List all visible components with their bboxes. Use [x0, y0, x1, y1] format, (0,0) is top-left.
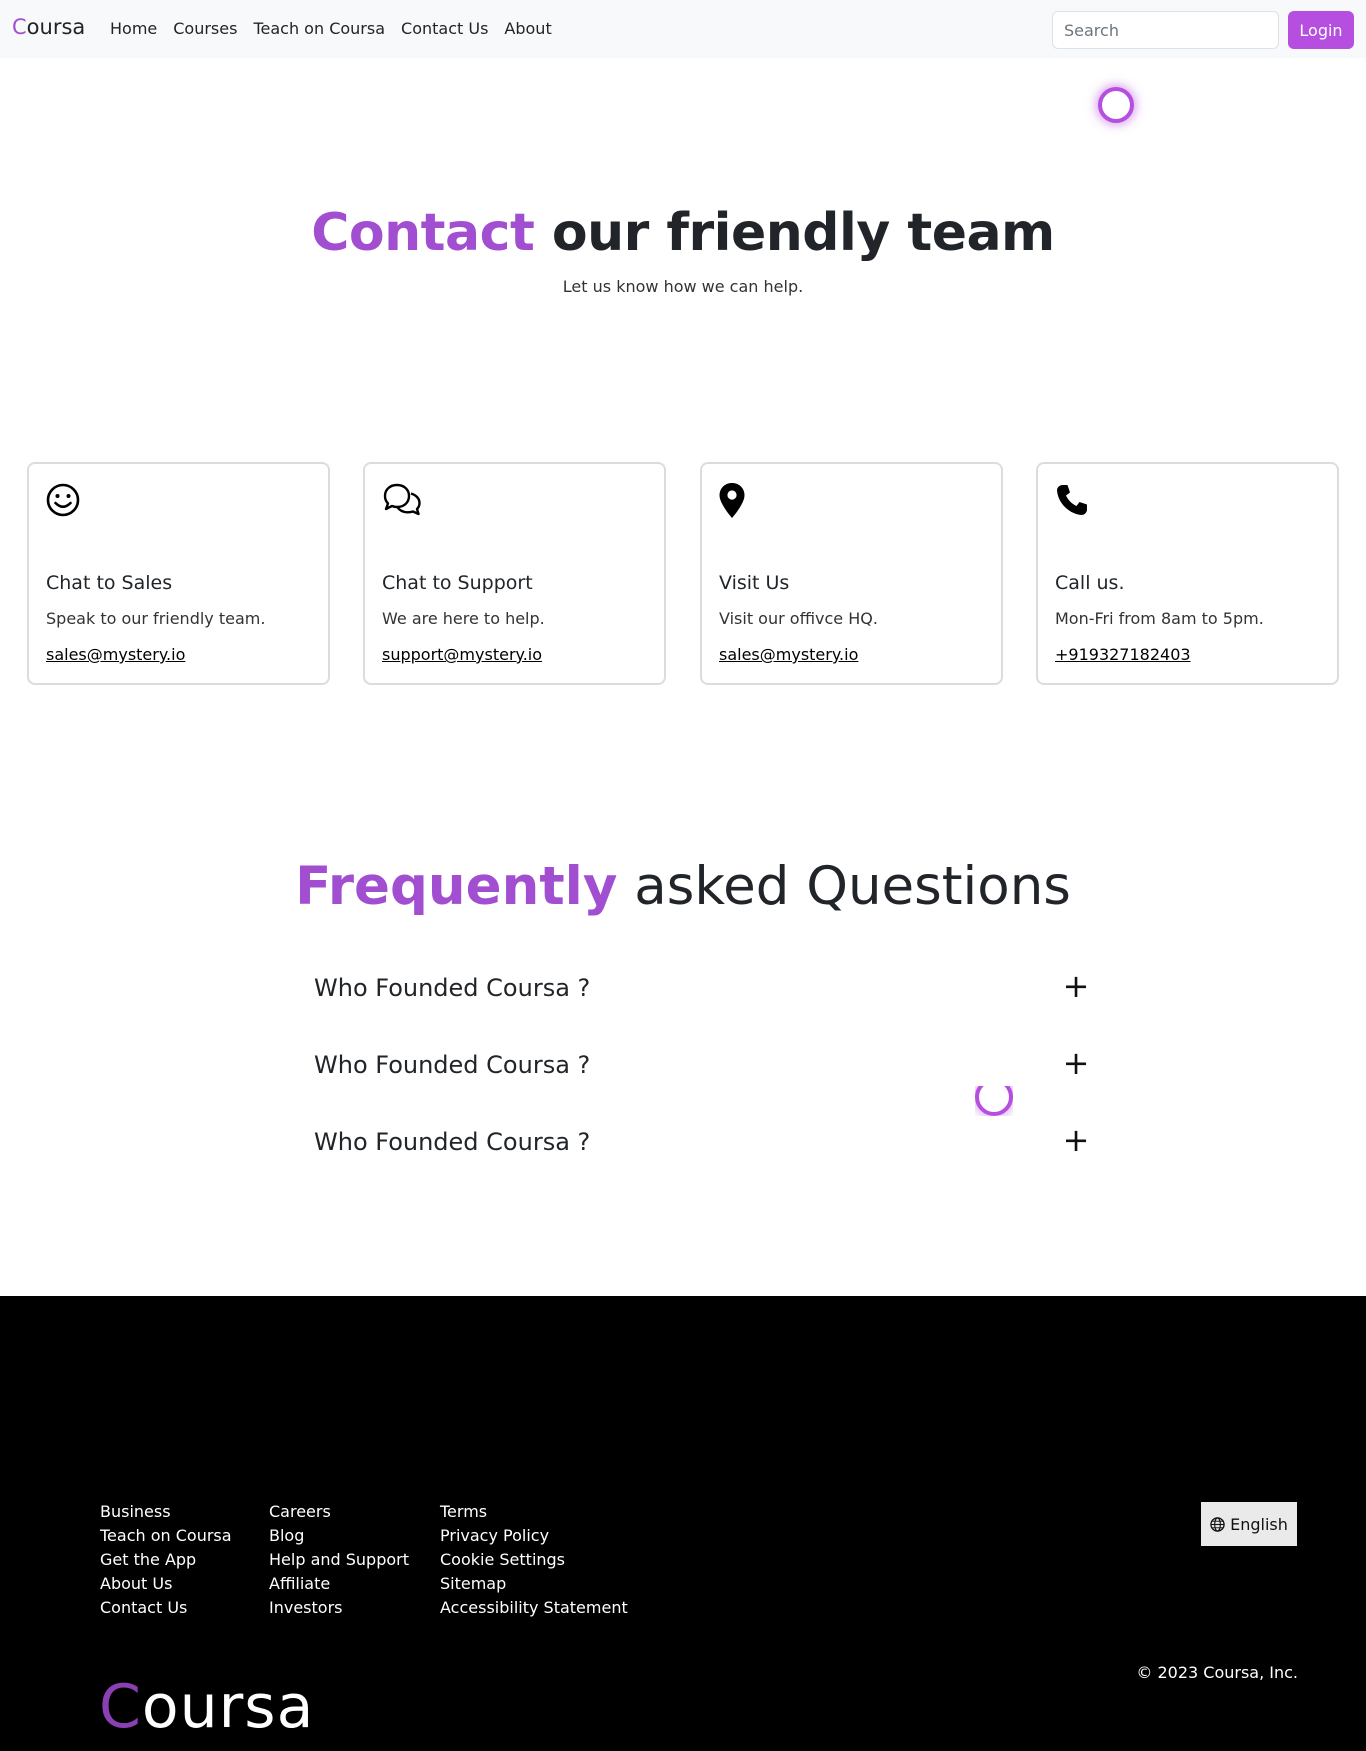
footer-link-investors[interactable]: Investors — [269, 1596, 409, 1620]
plus-icon[interactable]: + — [1058, 968, 1094, 1004]
footer-link-blog[interactable]: Blog — [269, 1524, 409, 1548]
card-title: Chat to Support — [382, 572, 533, 594]
language-button[interactable]: English — [1201, 1502, 1297, 1546]
card-phone-link[interactable]: +919327182403 — [1055, 645, 1191, 664]
card-email-link[interactable]: sales@mystery.io — [46, 645, 185, 664]
faq-question: Who Founded Coursa ? — [314, 1051, 591, 1079]
page-title-rest: our friendly team — [534, 203, 1055, 263]
card-description: Visit our offivce HQ. — [719, 609, 878, 628]
cursor-arc-ring — [975, 1086, 1013, 1116]
faq-item[interactable]: Who Founded Coursa ? + — [314, 964, 1094, 1014]
brand-initial: C — [12, 15, 27, 39]
plus-icon[interactable]: + — [1058, 1045, 1094, 1081]
smiley-icon — [45, 482, 85, 522]
cursor-ring-decoration — [1098, 87, 1134, 123]
footer-link-about[interactable]: About Us — [100, 1572, 232, 1596]
faq-title-rest: asked Questions — [617, 856, 1071, 917]
location-pin-icon — [718, 482, 758, 522]
card-title: Visit Us — [719, 572, 790, 594]
footer-link-cookies[interactable]: Cookie Settings — [440, 1548, 628, 1572]
footer-link-terms[interactable]: Terms — [440, 1500, 628, 1524]
faq-question: Who Founded Coursa ? — [314, 974, 591, 1002]
footer-brand-name: oursa — [141, 1672, 315, 1742]
card-email-link[interactable]: support@mystery.io — [382, 645, 542, 664]
page-subtitle: Let us know how we can help. — [562, 277, 804, 296]
navbar: Coursa Home Courses Teach on Coursa Cont… — [0, 0, 1366, 58]
nav-link-contact[interactable]: Contact Us — [401, 19, 488, 38]
globe-icon — [1210, 1516, 1225, 1532]
faq-item[interactable]: Who Founded Coursa ? + — [314, 1118, 1094, 1168]
footer-link-privacy[interactable]: Privacy Policy — [440, 1524, 628, 1548]
footer-link-get-app[interactable]: Get the App — [100, 1548, 232, 1572]
card-description: Speak to our friendly team. — [46, 609, 266, 628]
footer-link-contact[interactable]: Contact Us — [100, 1596, 232, 1620]
footer-link-sitemap[interactable]: Sitemap — [440, 1572, 628, 1596]
contact-card-visit: Visit Us Visit our offivce HQ. sales@mys… — [700, 462, 1003, 685]
cursor-arc-decoration — [975, 1086, 1013, 1116]
faq-title: Frequently asked Questions — [0, 856, 1366, 917]
brand-name: oursa — [26, 15, 86, 39]
chat-bubbles-icon — [381, 482, 421, 522]
nav-link-about[interactable]: About — [504, 19, 551, 38]
contact-card-call: Call us. Mon-Fri from 8am to 5pm. +91932… — [1036, 462, 1339, 685]
language-label: English — [1230, 1514, 1288, 1534]
footer-column-1: Business Teach on Coursa Get the App Abo… — [100, 1500, 232, 1620]
phone-icon — [1054, 482, 1094, 522]
faq-item[interactable]: Who Founded Coursa ? + — [314, 1041, 1094, 1091]
plus-icon[interactable]: + — [1058, 1122, 1094, 1158]
card-description: We are here to help. — [382, 609, 545, 628]
footer-link-business[interactable]: Business — [100, 1500, 232, 1524]
nav-link-home[interactable]: Home — [110, 19, 157, 38]
login-button[interactable]: Login — [1288, 11, 1354, 49]
copyright-text: © 2023 Coursa, Inc. — [1136, 1663, 1298, 1682]
footer-column-3: Terms Privacy Policy Cookie Settings Sit… — [440, 1500, 628, 1620]
footer-brand-logo: Coursa — [99, 1672, 314, 1742]
nav-link-courses[interactable]: Courses — [173, 19, 237, 38]
footer-link-affiliate[interactable]: Affiliate — [269, 1572, 409, 1596]
page-title: Contact our friendly team — [0, 203, 1366, 263]
footer-link-accessibility[interactable]: Accessibility Statement — [440, 1596, 628, 1620]
search-input[interactable] — [1052, 11, 1279, 49]
card-title: Call us. — [1055, 572, 1125, 594]
card-description: Mon-Fri from 8am to 5pm. — [1055, 609, 1264, 628]
contact-card-sales: Chat to Sales Speak to our friendly team… — [27, 462, 330, 685]
footer-link-careers[interactable]: Careers — [269, 1500, 409, 1524]
brand-logo[interactable]: Coursa — [12, 15, 85, 39]
footer: Business Teach on Coursa Get the App Abo… — [0, 1296, 1366, 1751]
footer-link-help[interactable]: Help and Support — [269, 1548, 409, 1572]
faq-title-accent: Frequently — [295, 856, 618, 917]
faq-question: Who Founded Coursa ? — [314, 1128, 591, 1156]
footer-link-teach[interactable]: Teach on Coursa — [100, 1524, 232, 1548]
card-title: Chat to Sales — [46, 572, 173, 594]
nav-links: Home Courses Teach on Coursa Contact Us … — [110, 19, 552, 38]
footer-column-2: Careers Blog Help and Support Affiliate … — [269, 1500, 409, 1620]
contact-card-support: Chat to Support We are here to help. sup… — [363, 462, 666, 685]
page-title-accent: Contact — [311, 203, 535, 263]
card-email-link[interactable]: sales@mystery.io — [719, 645, 858, 664]
nav-link-teach[interactable]: Teach on Coursa — [253, 19, 385, 38]
footer-brand-initial: C — [99, 1672, 142, 1742]
